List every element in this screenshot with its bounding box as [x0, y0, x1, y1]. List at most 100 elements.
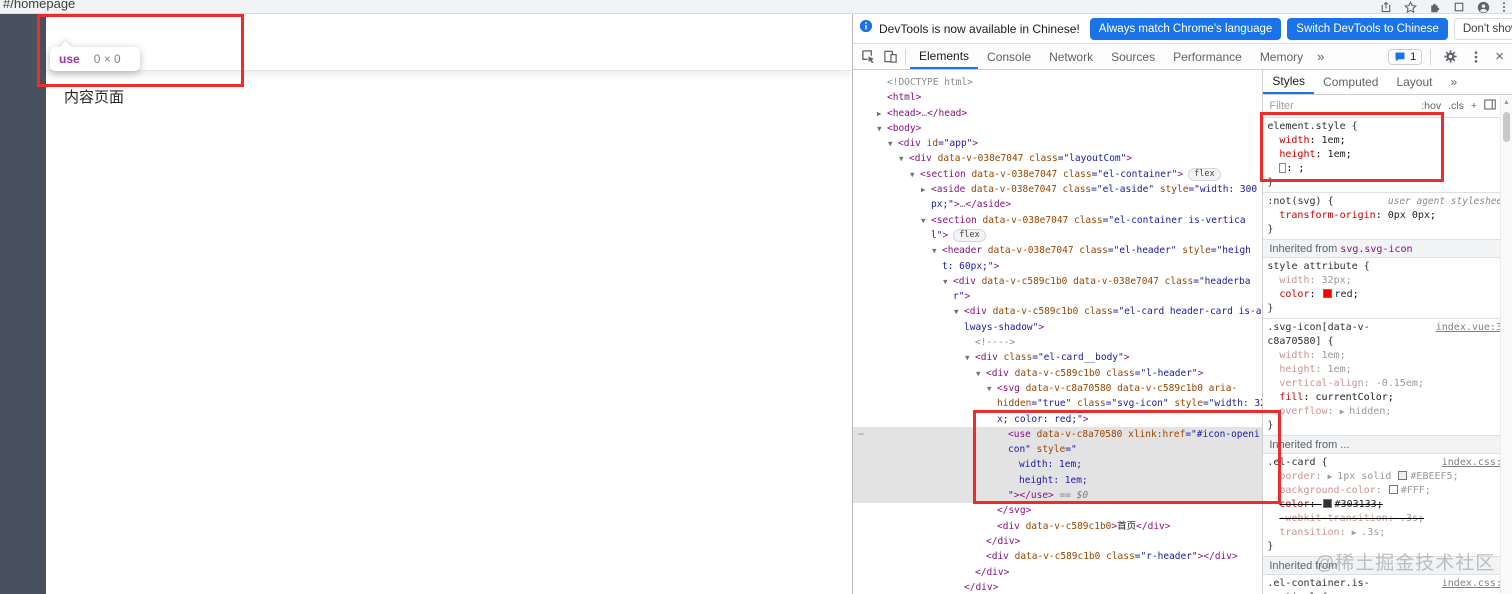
stylesheet-link[interactable]: index.vue:34 — [1436, 321, 1508, 335]
css-property[interactable]: width: 1em; — [1267, 134, 1508, 148]
scrollbar-thumb[interactable] — [1503, 112, 1510, 142]
settings-gear-icon[interactable] — [1439, 47, 1461, 67]
tree-row[interactable]: ⋯ <use data-v-c8a70580 xlink:href="#icon-… — [853, 426, 1263, 443]
tree-row[interactable]: ▼ <div data-v-038e7047 class="layoutCom"> — [853, 151, 1262, 166]
tree-row[interactable]: <div data-v-c589c1b0>首页</div> — [853, 519, 1262, 534]
tree-row[interactable]: </div> — [853, 580, 1262, 594]
tree-row[interactable]: ▼ <body> — [853, 121, 1262, 136]
tree-row[interactable]: x; color: red;"> — [853, 412, 1262, 427]
browser-menu-icon[interactable] — [1502, 1, 1506, 13]
rule-selector[interactable]: index.vue:34 .svg-icon[data-v- — [1267, 321, 1508, 335]
expand-value-icon[interactable]: ▶ — [1328, 472, 1338, 481]
extensions-puzzle-icon[interactable] — [1429, 1, 1441, 13]
tree-row[interactable]: ▼ <section data-v-038e7047 class="el-cont… — [853, 167, 1262, 182]
tab-console[interactable]: Console — [978, 44, 1040, 69]
css-property[interactable]: width: 32px; — [1267, 274, 1508, 288]
expand-arrow-icon[interactable]: ▼ — [943, 274, 953, 289]
tree-row[interactable]: px;">…</aside> — [853, 197, 1262, 212]
bookmark-star-icon[interactable] — [1404, 0, 1417, 14]
tree-row[interactable]: height: 1em; — [853, 472, 1263, 489]
rule-selector[interactable]: style attribute { — [1267, 260, 1508, 274]
inherited-node-link[interactable]: svg.svg-icon — [1340, 244, 1412, 255]
css-property[interactable]: height: 1em; — [1267, 148, 1508, 162]
tab-performance[interactable]: Performance — [1164, 44, 1251, 69]
color-swatch[interactable] — [1322, 499, 1332, 508]
flex-badge[interactable]: flex — [953, 228, 986, 242]
dont-show-again-button[interactable]: Don't show again — [1453, 17, 1512, 40]
tree-row[interactable]: l"> flex — [853, 228, 1262, 243]
expand-arrow-icon[interactable]: ▼ — [910, 167, 920, 182]
expand-arrow-icon[interactable]: ▼ — [932, 243, 942, 258]
expand-arrow-icon[interactable]: ▼ — [888, 136, 898, 151]
tree-row[interactable]: ▶ <head>…</head> — [853, 106, 1262, 121]
expand-arrow-icon[interactable]: ▼ — [987, 381, 997, 396]
color-swatch[interactable] — [1398, 471, 1408, 480]
tree-row[interactable]: ▼ <div data-v-c589c1b0 class="el-card hea… — [853, 304, 1262, 319]
tree-row[interactable]: </svg> — [853, 503, 1262, 518]
css-property[interactable]: transition: ▶ .3s; — [1267, 526, 1508, 540]
expand-arrow-icon[interactable]: ▼ — [976, 366, 986, 381]
tab-memory[interactable]: Memory — [1251, 44, 1312, 69]
color-swatch[interactable] — [1388, 485, 1398, 494]
new-style-rule-button[interactable]: + — [1471, 100, 1477, 112]
scrollbar-up-arrow[interactable]: ▲ — [1501, 96, 1512, 106]
browser-window-icon[interactable] — [1453, 1, 1465, 13]
tab-sources[interactable]: Sources — [1102, 44, 1164, 69]
tab-layout[interactable]: Layout — [1387, 70, 1441, 94]
inspect-element-icon[interactable] — [857, 47, 879, 67]
tree-row[interactable]: hidden="true" class="svg-icon" style="wi… — [853, 396, 1262, 411]
expand-arrow-icon[interactable]: ▼ — [899, 151, 909, 166]
devtools-close-icon[interactable]: × — [1491, 48, 1508, 65]
element-classes-toggle[interactable]: .cls — [1448, 100, 1464, 112]
css-property[interactable]: vertical-align: -0.15em; — [1267, 377, 1508, 391]
tree-row[interactable]: ▼ <header data-v-038e7047 class="el-heade… — [853, 243, 1262, 258]
tree-row[interactable]: ▼ <section data-v-038e7047 class="el-cont… — [853, 213, 1262, 228]
tree-row[interactable]: </div> — [853, 534, 1262, 549]
expand-arrow-icon[interactable]: ▼ — [954, 304, 964, 319]
stylesheet-link[interactable]: index.css:1 — [1442, 577, 1508, 591]
tab-elements[interactable]: Elements — [910, 44, 979, 69]
rule-selector[interactable]: index.css:1 .el-container.is- — [1267, 577, 1508, 591]
rule-selector[interactable]: c8a70580] { — [1267, 335, 1508, 349]
tree-row[interactable]: ▶ <aside data-v-038e7047 class="el-aside"… — [853, 182, 1262, 197]
rule-selector[interactable]: user agent stylesheet:not(svg) { — [1267, 195, 1508, 209]
css-property[interactable]: background-color: #FFF; — [1267, 484, 1508, 498]
rule-selector[interactable]: element.style { — [1267, 120, 1508, 134]
tree-row[interactable]: <div data-v-c589c1b0 class="r-header"></… — [853, 549, 1262, 564]
row-overflow-icon[interactable]: ⋯ — [858, 427, 865, 442]
device-toolbar-icon[interactable] — [879, 47, 901, 67]
tree-row[interactable]: ▼ <svg data-v-c8a70580 data-v-c589c1b0 ar… — [853, 381, 1262, 396]
tree-row[interactable]: con" style=" — [853, 442, 1263, 458]
css-property[interactable]: width: 1em; — [1267, 349, 1508, 363]
tree-row[interactable]: ▼ <div class="el-card__body"> — [853, 350, 1262, 365]
expand-arrow-icon[interactable]: ▼ — [965, 350, 975, 365]
tab-computed[interactable]: Computed — [1314, 70, 1387, 94]
stylesheet-link[interactable]: index.css:1 — [1442, 456, 1508, 470]
css-property[interactable]: overflow: ▶ hidden; — [1267, 405, 1508, 419]
rule-selector[interactable]: index.css:1 .el-card { — [1267, 456, 1508, 470]
tree-row[interactable]: </div> — [853, 565, 1262, 580]
switch-chinese-button[interactable]: Switch DevTools to Chinese — [1287, 17, 1448, 40]
expand-value-icon[interactable]: ▶ — [1352, 528, 1362, 537]
tab-»[interactable]: » — [1441, 70, 1466, 94]
tree-row[interactable]: ▼ <div id="app"> — [853, 136, 1262, 151]
expand-arrow-icon[interactable]: ▼ — [921, 213, 931, 228]
tab-styles[interactable]: Styles — [1263, 70, 1315, 94]
css-property[interactable]: fill: currentColor; — [1267, 391, 1508, 405]
more-tabs-icon[interactable]: » — [1312, 49, 1329, 64]
styles-scrollbar[interactable]: ▲ — [1500, 96, 1512, 594]
profile-avatar-icon[interactable] — [1477, 1, 1490, 14]
tree-row[interactable]: t: 60px;"> — [853, 259, 1262, 274]
match-language-button[interactable]: Always match Chrome's language — [1089, 17, 1282, 40]
expand-value-icon[interactable]: ▶ — [1340, 407, 1350, 416]
tree-row[interactable]: <!DOCTYPE html> — [853, 75, 1262, 90]
tree-row[interactable]: <!----> — [853, 335, 1262, 350]
tree-row[interactable]: "></use> == $0 — [853, 488, 1263, 504]
tree-row[interactable]: ▼ <div data-v-c589c1b0 data-v-038e7047 cl… — [853, 274, 1262, 289]
css-property[interactable]: -webkit-transition: .3s; — [1267, 512, 1508, 526]
css-property[interactable]: border: ▶ 1px solid #EBEEF5; — [1267, 470, 1508, 484]
color-swatch[interactable] — [1322, 289, 1332, 298]
dock-sidebar-icon[interactable] — [1484, 99, 1496, 113]
css-property[interactable]: : ; — [1267, 162, 1508, 176]
css-property[interactable]: color: #303133; — [1267, 498, 1508, 512]
